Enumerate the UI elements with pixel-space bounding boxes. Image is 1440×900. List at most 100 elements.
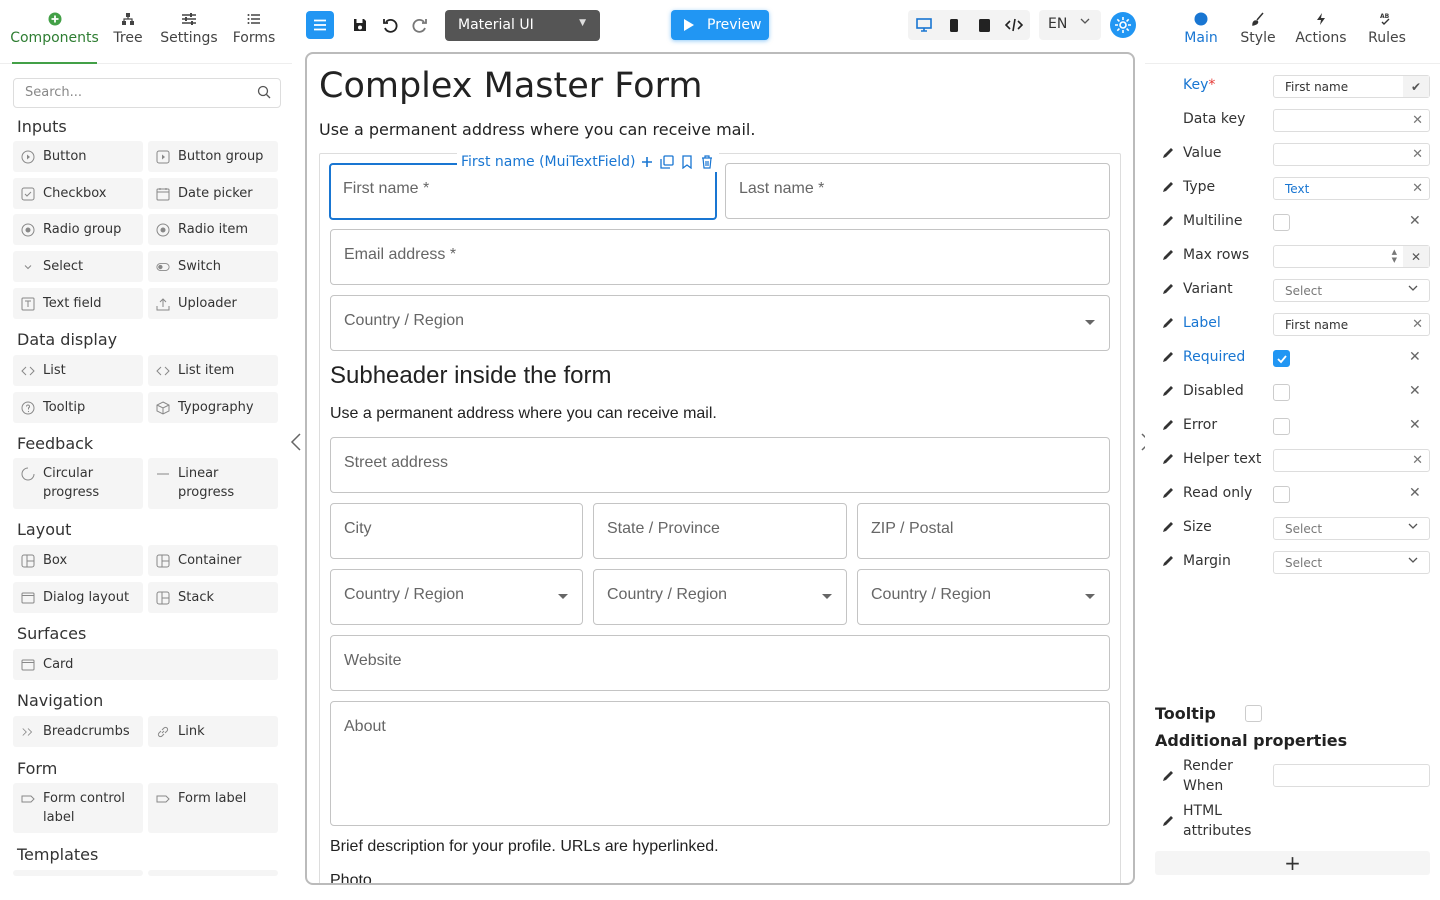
component-switch[interactable]: Switch — [148, 251, 278, 282]
code-view-button[interactable] — [999, 10, 1029, 40]
tablet-view-button[interactable] — [969, 10, 999, 40]
country-select-2[interactable]: Country / Region — [330, 569, 583, 625]
last-name-field[interactable]: Last name * — [725, 163, 1110, 219]
clear-icon[interactable]: ✕ — [1409, 485, 1421, 501]
tab-forms[interactable]: Forms — [232, 8, 276, 62]
tab-settings[interactable]: Settings — [160, 8, 218, 62]
tab-components[interactable]: Components — [10, 8, 99, 64]
tab-rules[interactable]: AB Rules — [1367, 8, 1407, 62]
clear-icon[interactable]: ✕ — [1403, 246, 1429, 267]
prop-render-when-input[interactable] — [1273, 764, 1430, 787]
component-button[interactable]: Button — [13, 141, 143, 172]
trash-icon[interactable] — [699, 154, 715, 170]
add-property-button[interactable]: + — [1155, 851, 1430, 875]
tab-style[interactable]: Style — [1239, 8, 1277, 62]
bookmark-icon[interactable] — [679, 154, 695, 170]
component-form-label[interactable]: Form label — [148, 783, 278, 833]
component-list[interactable]: List — [13, 355, 143, 386]
component-checkbox[interactable]: Checkbox — [13, 178, 143, 209]
country-select-4[interactable]: Country / Region — [857, 569, 1110, 625]
pencil-icon[interactable] — [1162, 283, 1174, 295]
component-dialog-layout[interactable]: Dialog layout — [13, 582, 143, 613]
prop-required-checkbox[interactable] — [1273, 350, 1290, 367]
street-address-field[interactable]: Street address — [330, 437, 1110, 493]
settings-button[interactable] — [1110, 12, 1136, 38]
clear-icon[interactable]: ✕ — [1412, 147, 1423, 162]
pencil-icon[interactable] — [1162, 419, 1174, 431]
pencil-icon[interactable] — [1162, 385, 1174, 397]
component-box[interactable]: Box — [13, 545, 143, 576]
component-button-group[interactable]: Button group — [148, 141, 278, 172]
tab-actions[interactable]: Actions — [1295, 8, 1347, 62]
country-select[interactable]: Country / Region — [330, 295, 1110, 351]
pencil-icon[interactable] — [1162, 351, 1174, 363]
desktop-view-button[interactable] — [909, 10, 939, 40]
prop-margin-select[interactable]: Select — [1273, 551, 1430, 574]
redo-button[interactable] — [406, 10, 434, 40]
component-uploader[interactable]: Uploader — [148, 288, 278, 319]
add-icon[interactable] — [639, 154, 655, 170]
prop-value-input[interactable]: ✕ — [1273, 143, 1430, 166]
tooltip-checkbox[interactable] — [1245, 705, 1262, 722]
country-select-3[interactable]: Country / Region — [593, 569, 847, 625]
pencil-icon[interactable] — [1162, 815, 1174, 827]
menu-button[interactable] — [306, 11, 334, 39]
component-card[interactable]: Card — [13, 649, 278, 680]
prop-type-input[interactable]: Text ✕ — [1273, 177, 1430, 200]
spinner-arrows-icon[interactable]: ▲ ▼ — [1392, 248, 1397, 264]
prop-max-rows-input[interactable]: ▲ ▼ ✕ — [1273, 245, 1430, 268]
tab-tree[interactable]: Tree — [112, 8, 144, 62]
prop-read-only-checkbox[interactable] — [1273, 486, 1290, 503]
prop-disabled-checkbox[interactable] — [1273, 384, 1290, 401]
component-search-input[interactable]: Search... — [13, 78, 281, 108]
clear-icon[interactable]: ✕ — [1409, 383, 1421, 399]
clear-icon[interactable]: ✕ — [1412, 113, 1423, 128]
component-list-item[interactable]: List item — [148, 355, 278, 386]
save-button[interactable] — [346, 10, 374, 40]
prop-variant-select[interactable]: Select — [1273, 279, 1430, 302]
tab-main[interactable]: Main — [1181, 8, 1221, 62]
prop-helper-text-input[interactable]: ✕ — [1273, 449, 1430, 472]
clear-icon[interactable]: ✕ — [1412, 181, 1423, 196]
website-field[interactable]: Website — [330, 635, 1110, 691]
pencil-icon[interactable] — [1162, 317, 1174, 329]
pencil-icon[interactable] — [1162, 181, 1174, 193]
component-date-picker[interactable]: Date picker — [148, 178, 278, 209]
component-radio-group[interactable]: Radio group — [13, 214, 143, 245]
pencil-icon[interactable] — [1162, 555, 1174, 567]
clear-icon[interactable]: ✕ — [1412, 453, 1423, 468]
pencil-icon[interactable] — [1162, 487, 1174, 499]
component-radio-item[interactable]: Radio item — [148, 214, 278, 245]
component-circular-progress[interactable]: Circular progress — [13, 458, 143, 509]
copy-icon[interactable] — [659, 154, 675, 170]
prop-label-input[interactable]: First name ✕ — [1273, 313, 1430, 336]
component-container[interactable]: Container — [148, 545, 278, 576]
pencil-icon[interactable] — [1162, 215, 1174, 227]
component-form-control-label[interactable]: Form control label — [13, 783, 143, 833]
component-linear-progress[interactable]: Linear progress — [148, 458, 278, 509]
component-link[interactable]: Link — [148, 716, 278, 747]
email-field[interactable]: Email address * — [330, 229, 1110, 285]
check-icon[interactable]: ✔ — [1403, 76, 1429, 97]
component-text-field[interactable]: Text field — [13, 288, 143, 319]
city-field[interactable]: City — [330, 503, 583, 559]
prop-key-input[interactable]: First name ✔ — [1273, 75, 1430, 98]
clear-icon[interactable]: ✕ — [1409, 417, 1421, 433]
clear-icon[interactable]: ✕ — [1409, 349, 1421, 365]
preview-button[interactable]: Preview — [671, 10, 769, 40]
prop-data-key-input[interactable]: ✕ — [1273, 109, 1430, 132]
pencil-icon[interactable] — [1162, 770, 1174, 782]
clear-icon[interactable]: ✕ — [1412, 317, 1423, 332]
state-field[interactable]: State / Province — [593, 503, 847, 559]
collapse-left-panel-button[interactable] — [290, 432, 302, 457]
prop-multiline-checkbox[interactable] — [1273, 214, 1290, 231]
clear-icon[interactable]: ✕ — [1409, 213, 1421, 229]
component-typography[interactable]: Typography — [148, 392, 278, 423]
mobile-view-button[interactable] — [939, 10, 969, 40]
language-select[interactable]: EN — [1039, 10, 1101, 40]
pencil-icon[interactable] — [1162, 521, 1174, 533]
zip-field[interactable]: ZIP / Postal — [857, 503, 1110, 559]
pencil-icon[interactable] — [1162, 147, 1174, 159]
pencil-icon[interactable] — [1162, 453, 1174, 465]
about-field[interactable]: About — [330, 701, 1110, 826]
